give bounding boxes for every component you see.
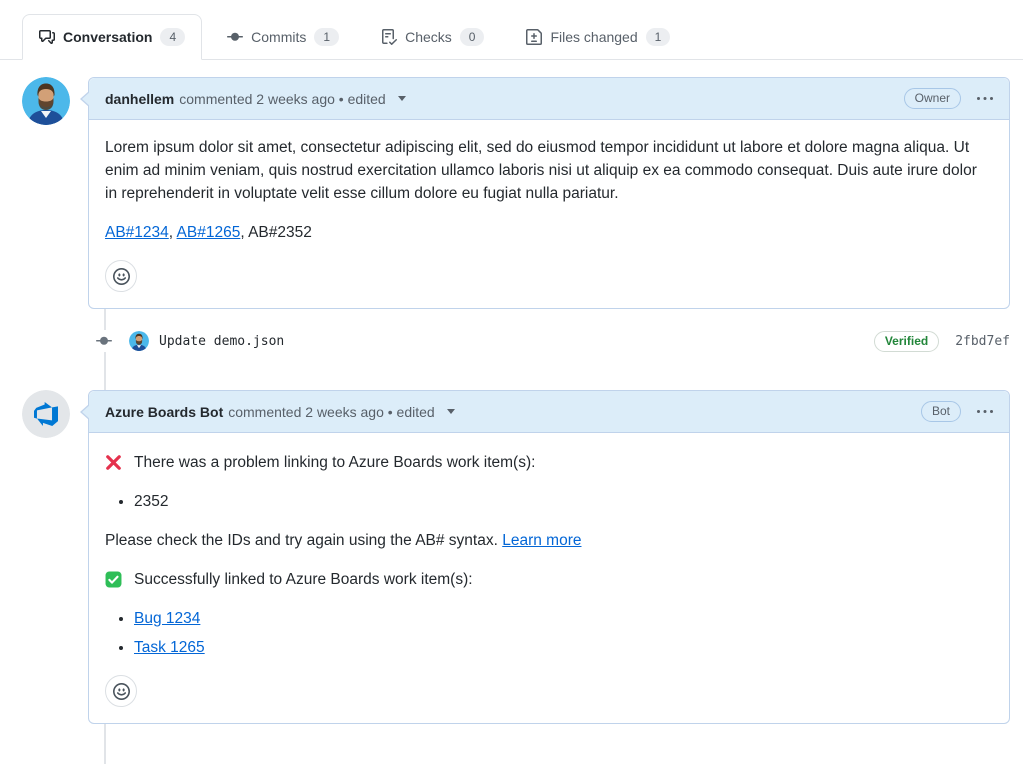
separator: ,	[169, 224, 177, 241]
edit-history-dropdown[interactable]	[445, 407, 457, 416]
comment-meta: commented 2 weeks ago • edited	[179, 91, 385, 107]
tab-count-badge: 0	[460, 28, 485, 46]
help-line: Please check the IDs and try again using…	[105, 529, 993, 552]
bug-link[interactable]: Bug 1234	[134, 610, 200, 627]
tab-conversation[interactable]: Conversation 4	[22, 14, 202, 60]
tab-label: Files changed	[550, 29, 637, 45]
avatar-danhellem[interactable]	[22, 77, 70, 125]
verified-badge[interactable]: Verified	[874, 331, 939, 352]
chevron-down-icon	[398, 96, 406, 101]
linked-work-item: Bug 1234	[134, 607, 993, 630]
tab-count-badge: 1	[314, 28, 339, 46]
error-item: 2352	[134, 490, 993, 513]
chevron-down-icon	[447, 409, 455, 414]
file-diff-icon	[526, 29, 542, 45]
timeline: Update demo.json Verified 2fbd7ef Azure …	[0, 309, 1023, 724]
tab-label: Commits	[251, 29, 306, 45]
error-x-icon	[105, 454, 122, 471]
comment-body: There was a problem linking to Azure Boa…	[89, 433, 1009, 723]
commit-row: Update demo.json Verified 2fbd7ef	[0, 309, 1023, 353]
learn-more-link[interactable]: Learn more	[502, 532, 581, 549]
comment-azure-boards-bot: Azure Boards Bot commented 2 weeks ago •…	[88, 390, 1010, 724]
work-item-link-1[interactable]: AB#1234	[105, 224, 169, 241]
kebab-menu-button[interactable]	[977, 404, 993, 420]
success-status-line: Successfully linked to Azure Boards work…	[105, 568, 993, 591]
comment-body: Lorem ipsum dolor sit amet, consectetur …	[89, 120, 1009, 308]
success-text: Successfully linked to Azure Boards work…	[134, 568, 473, 591]
work-item-plain-ref: AB#2352	[248, 224, 312, 241]
add-reaction-button[interactable]	[105, 260, 137, 292]
tab-count-badge: 1	[646, 28, 671, 46]
success-check-icon	[105, 571, 122, 588]
error-item-list: 2352	[105, 490, 993, 513]
linked-work-item-list: Bug 1234 Task 1265	[105, 607, 993, 659]
task-link[interactable]: Task 1265	[134, 639, 205, 656]
tab-count-badge: 4	[160, 28, 185, 46]
error-text: There was a problem linking to Azure Boa…	[134, 451, 535, 474]
tab-checks[interactable]: Checks 0	[364, 14, 501, 60]
avatar-azure-boards-bot[interactable]	[22, 390, 70, 438]
linked-work-item: Task 1265	[134, 636, 993, 659]
work-item-link-2[interactable]: AB#1265	[177, 224, 241, 241]
checklist-icon	[381, 29, 397, 45]
tab-files-changed[interactable]: Files changed 1	[509, 14, 687, 60]
comment-header: Azure Boards Bot commented 2 weeks ago •…	[89, 391, 1009, 433]
smiley-icon	[113, 268, 130, 285]
tab-label: Checks	[405, 29, 452, 45]
edit-history-dropdown[interactable]	[396, 94, 408, 103]
comment-paragraph: Lorem ipsum dolor sit amet, consectetur …	[105, 136, 993, 205]
comment-author[interactable]: danhellem	[105, 91, 174, 107]
error-status-line: There was a problem linking to Azure Boa…	[105, 451, 993, 474]
pr-tab-bar: Conversation 4 Commits 1 Checks 0 Files …	[0, 0, 1023, 60]
comment-meta: commented 2 weeks ago • edited	[228, 404, 434, 420]
commit-sha-link[interactable]: 2fbd7ef	[955, 334, 1010, 349]
work-item-refs: AB#1234, AB#1265, AB#2352	[105, 221, 993, 244]
comment-card: Azure Boards Bot commented 2 weeks ago •…	[88, 390, 1010, 724]
comment-card: danhellem commented 2 weeks ago • edited…	[88, 77, 1010, 309]
author-association-badge: Owner	[904, 88, 961, 109]
commit-message-link[interactable]: Update demo.json	[159, 334, 284, 349]
git-commit-icon	[96, 330, 112, 352]
comment-header: danhellem commented 2 weeks ago • edited…	[89, 78, 1009, 120]
tab-label: Conversation	[63, 29, 152, 45]
comment-discussion-icon	[39, 29, 55, 45]
comment-danhellem: danhellem commented 2 weeks ago • edited…	[88, 77, 1010, 309]
author-association-badge: Bot	[921, 401, 961, 422]
smiley-icon	[113, 683, 130, 700]
kebab-menu-button[interactable]	[977, 91, 993, 107]
separator: ,	[240, 224, 248, 241]
git-commit-icon	[227, 29, 243, 45]
tab-commits[interactable]: Commits 1	[210, 14, 356, 60]
help-text: Please check the IDs and try again using…	[105, 532, 498, 549]
add-reaction-button[interactable]	[105, 675, 137, 707]
comment-author[interactable]: Azure Boards Bot	[105, 404, 223, 420]
avatar-commit-author[interactable]	[129, 331, 149, 351]
